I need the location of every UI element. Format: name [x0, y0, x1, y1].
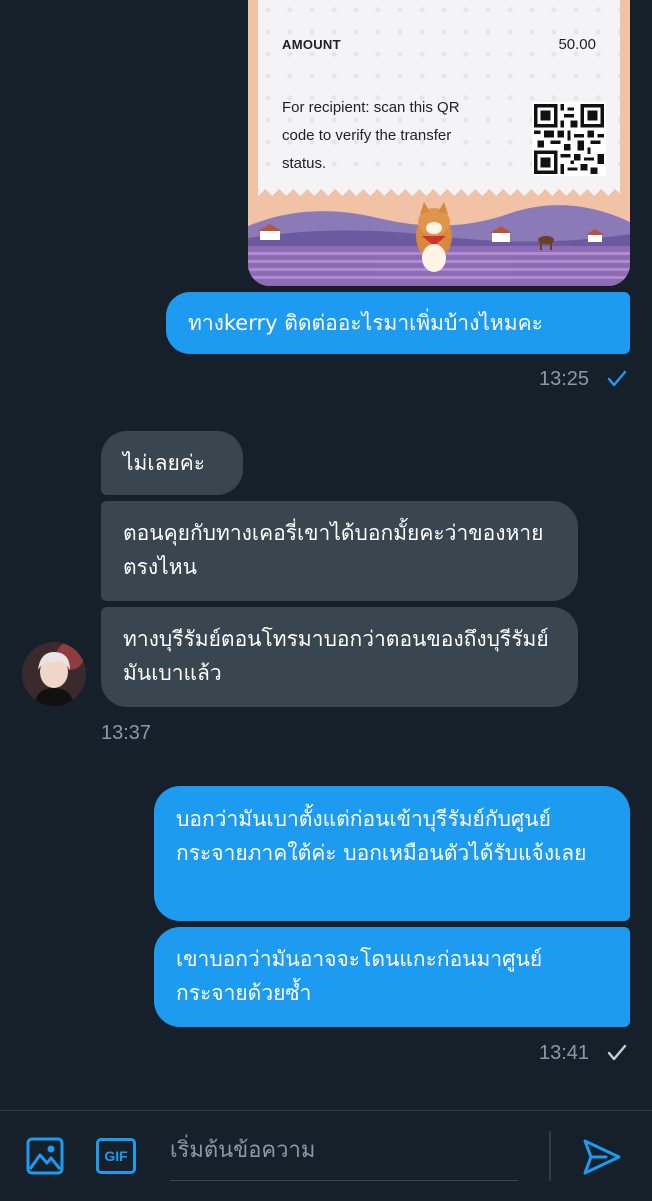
qr-code — [532, 102, 606, 176]
message-text: บอกว่ามันเบาตั้งแต่ก่อนเข้าบุรีรัมย์กับศ… — [176, 807, 587, 865]
amount-value: 50.00 — [558, 36, 596, 53]
avatar[interactable] — [22, 642, 86, 706]
message-text: ทางkerry ติดต่ออะไรมาเพิ่มบ้างไหมคะ — [188, 311, 543, 335]
sent-checkmark-icon — [607, 1044, 627, 1061]
gif-button[interactable]: GIF — [96, 1138, 136, 1174]
incoming-message[interactable]: ไม่เลยค่ะ — [101, 431, 243, 495]
outgoing-message[interactable]: เขาบอกว่ามันอาจจะโดนแกะก่อนมาศูนย์กระจาย… — [154, 927, 630, 1027]
transfer-receipt-image[interactable]: AMOUNT 50.00 For recipient: scan this QR… — [248, 0, 630, 286]
message-timestamp: 13:25 — [539, 368, 590, 390]
image-icon — [26, 1137, 64, 1175]
outgoing-message[interactable]: บอกว่ามันเบาตั้งแต่ก่อนเข้าบุรีรัมย์กับศ… — [154, 786, 630, 921]
message-text: ไม่เลยค่ะ — [123, 451, 206, 475]
incoming-message[interactable]: ตอนคุยกับทางเคอรี่เขาได้บอกมั้ยคะว่าของห… — [101, 501, 578, 601]
receipt-zigzag-edge — [258, 182, 620, 196]
lavender-field-illustration — [248, 196, 630, 286]
amount-label: AMOUNT — [282, 37, 341, 52]
message-input[interactable]: เริ่มต้นข้อความ — [170, 1128, 518, 1178]
gif-icon: GIF — [104, 1148, 128, 1164]
message-text: เขาบอกว่ามันอาจจะโดนแกะก่อนมาศูนย์กระจาย… — [176, 947, 543, 1005]
message-text: ทางบุรีรัมย์ตอนโทรมาบอกว่าตอนของถึงบุรีร… — [123, 627, 549, 685]
composer-divider — [549, 1131, 551, 1181]
image-button[interactable] — [26, 1137, 64, 1175]
recipient-note: For recipient: scan this QR code to veri… — [282, 99, 460, 172]
outgoing-message[interactable]: ทางkerry ติดต่ออะไรมาเพิ่มบ้างไหมคะ — [166, 292, 630, 354]
message-timestamp: 13:41 — [539, 1042, 590, 1064]
incoming-message[interactable]: ทางบุรีรัมย์ตอนโทรมาบอกว่าตอนของถึงบุรีร… — [101, 607, 578, 707]
input-underline — [170, 1180, 518, 1181]
send-button[interactable] — [582, 1138, 622, 1176]
message-input-placeholder: เริ่มต้นข้อความ — [170, 1138, 316, 1163]
send-icon — [583, 1139, 621, 1175]
avatar-image — [22, 642, 86, 706]
message-timestamp: 13:37 — [101, 722, 152, 744]
message-text: ตอนคุยกับทางเคอรี่เขาได้บอกมั้ยคะว่าของห… — [123, 521, 544, 579]
read-checkmark-icon — [607, 370, 627, 387]
receipt-paper: AMOUNT 50.00 For recipient: scan this QR… — [258, 0, 620, 188]
